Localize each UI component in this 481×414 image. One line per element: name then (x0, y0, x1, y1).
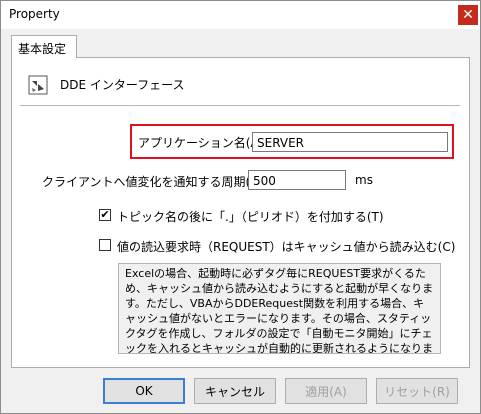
title-bar: Property ✕ (1, 1, 480, 29)
separator (20, 105, 460, 106)
request-cache-label: 値の読込要求時（REQUEST）はキャッシュ値から読み込む(C) (117, 240, 456, 254)
notify-period-unit: ms (355, 173, 373, 187)
settings-panel: DDE インターフェース アプリケーション名(A) : SERVER クライアン… (11, 57, 470, 368)
apply-button[interactable]: 適用(A) (285, 378, 367, 404)
application-name-input[interactable]: SERVER (252, 132, 448, 152)
notify-period-input[interactable]: 500 (248, 170, 346, 190)
ok-button[interactable]: OK (103, 378, 185, 404)
request-cache-checkbox[interactable] (99, 239, 111, 251)
notify-period-label: クライアントへ値変化を通知する周期(U) : (42, 175, 272, 189)
topic-period-label: トピック名の後に「.」（ピリオド）を付加する(T) (117, 210, 384, 224)
cancel-button[interactable]: キャンセル (194, 378, 276, 404)
header-title: DDE インターフェース (60, 78, 185, 92)
topic-period-checkbox[interactable]: ✔ (99, 209, 111, 221)
close-icon[interactable]: ✕ (458, 5, 478, 25)
description-text: Excelの場合、起動時に必ずタグ毎にREQUEST要求がくるため、キャッシュ値… (118, 263, 441, 354)
tab-basic-settings[interactable]: 基本設定 (11, 35, 77, 58)
reset-button[interactable]: リセット(R) (376, 378, 458, 404)
tab-label: 基本設定 (18, 42, 67, 56)
property-dialog: Property ✕ 基本設定 DDE インターフェース アプリケーション名(A… (0, 0, 481, 414)
window-title: Property (9, 7, 60, 21)
dde-interface-icon (28, 75, 48, 95)
